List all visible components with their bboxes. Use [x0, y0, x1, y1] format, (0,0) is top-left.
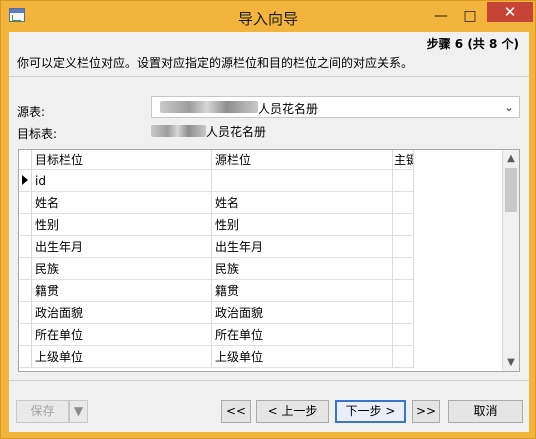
source-table-value: 人员花名册	[258, 102, 319, 116]
table-cell-target[interactable]: 性别	[32, 214, 212, 236]
table-cell-source[interactable]: 出生年月	[212, 236, 393, 258]
previous-step-button[interactable]: < 上一步	[256, 400, 329, 423]
table-cell-key[interactable]	[393, 214, 414, 236]
table-cell-key[interactable]	[393, 346, 414, 368]
import-wizard-window: 导入向导 — □ ✕ 步骤 6 (共 8 个) 你可以定义栏位对应。设置对应指定…	[0, 0, 536, 439]
instruction-text: 你可以定义栏位对应。设置对应指定的源栏位和目的栏位之间的对应关系。	[17, 56, 414, 70]
table-cell-source[interactable]: 民族	[212, 258, 393, 280]
table-cell-source[interactable]: 姓名	[212, 192, 393, 214]
table-cell-key[interactable]	[393, 170, 414, 192]
table-cell-source[interactable]: 政治面貌	[212, 302, 393, 324]
table-cell-target[interactable]: 政治面貌	[32, 302, 212, 324]
table-cell-key[interactable]	[393, 280, 414, 302]
step-indicator: 步骤 6 (共 8 个)	[426, 37, 519, 51]
row-indicator[interactable]	[19, 214, 32, 236]
column-header-source-field[interactable]: 源栏位	[212, 150, 393, 170]
target-table-label: 目标表:	[17, 127, 58, 141]
bottom-divider	[9, 380, 529, 381]
table-cell-key[interactable]	[393, 258, 414, 280]
row-indicator[interactable]	[19, 192, 32, 214]
wizard-content: 步骤 6 (共 8 个) 你可以定义栏位对应。设置对应指定的源栏位和目的栏位之间…	[9, 32, 529, 432]
table-cell-target[interactable]: 上级单位	[32, 346, 212, 368]
table-cell-target[interactable]: 籍贯	[32, 280, 212, 302]
row-indicator[interactable]	[19, 236, 32, 258]
obscured-target-prefix	[151, 125, 206, 137]
column-header-primary-key[interactable]: 主键	[393, 150, 414, 170]
window-title: 导入向导	[237, 10, 298, 28]
cancel-button[interactable]: 取消	[448, 400, 523, 423]
row-indicator[interactable]	[19, 302, 32, 324]
minimize-button[interactable]: —	[431, 7, 451, 25]
source-table-select[interactable]: 人员花名册 ⌄	[151, 96, 520, 118]
scroll-up-icon[interactable]: ▲	[503, 150, 519, 167]
save-button[interactable]: 保存	[16, 400, 69, 423]
chevron-down-icon[interactable]: ⌄	[504, 100, 514, 114]
scrollbar-thumb[interactable]	[505, 168, 517, 212]
grid-corner	[19, 150, 32, 170]
column-header-target-field[interactable]: 目标栏位	[32, 150, 212, 170]
maximize-button[interactable]: □	[460, 7, 480, 25]
table-cell-key[interactable]	[393, 302, 414, 324]
top-divider	[9, 76, 529, 77]
table-cell-source[interactable]: 籍贯	[212, 280, 393, 302]
table-cell-source[interactable]: 性别	[212, 214, 393, 236]
row-indicator[interactable]	[19, 280, 32, 302]
row-indicator[interactable]	[19, 170, 32, 192]
row-indicator[interactable]	[19, 346, 32, 368]
title-bar[interactable]: 导入向导 — □ ✕	[1, 1, 535, 32]
table-cell-target[interactable]: 所在单位	[32, 324, 212, 346]
table-cell-source[interactable]	[212, 170, 393, 192]
table-cell-key[interactable]	[393, 192, 414, 214]
vertical-scrollbar[interactable]: ▲ ▼	[502, 150, 519, 371]
table-cell-target[interactable]: 出生年月	[32, 236, 212, 258]
obscured-source-prefix	[160, 101, 258, 113]
close-button[interactable]: ✕	[487, 2, 533, 22]
table-cell-target[interactable]: 民族	[32, 258, 212, 280]
table-cell-source[interactable]: 上级单位	[212, 346, 393, 368]
row-indicator[interactable]	[19, 258, 32, 280]
table-cell-key[interactable]	[393, 236, 414, 258]
source-table-label: 源表:	[17, 105, 46, 119]
next-step-button[interactable]: 下一步 >	[335, 400, 406, 423]
target-table-value: 人员花名册	[206, 125, 267, 139]
row-indicator[interactable]	[19, 324, 32, 346]
table-cell-key[interactable]	[393, 324, 414, 346]
table-cell-target[interactable]: 姓名	[32, 192, 212, 214]
table-cell-target[interactable]: id	[32, 170, 212, 192]
save-options-button[interactable]: ▼	[69, 400, 88, 423]
last-step-button[interactable]: >>	[412, 400, 440, 423]
first-step-button[interactable]: <<	[221, 400, 251, 423]
current-row-icon	[22, 175, 28, 185]
scroll-down-icon[interactable]: ▼	[503, 354, 519, 371]
field-mapping-grid[interactable]: 目标栏位 源栏位 主键 id 姓名 姓名 性别 性别 出生年月 出生年月 民族 …	[18, 149, 520, 372]
table-cell-source[interactable]: 所在单位	[212, 324, 393, 346]
